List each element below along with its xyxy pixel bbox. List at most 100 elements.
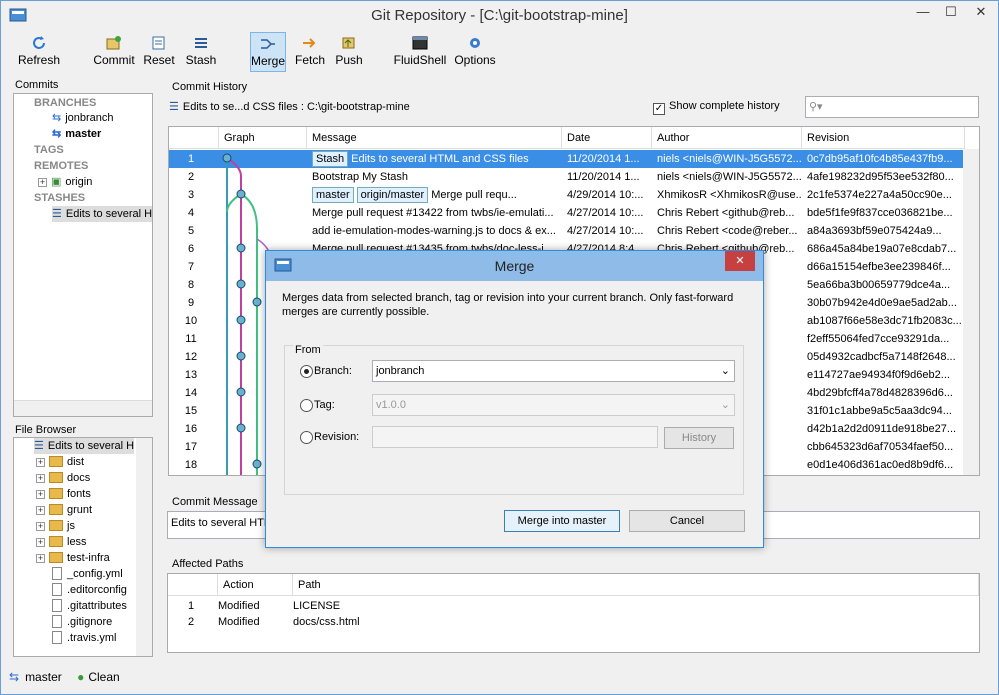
tag-radio[interactable] (300, 399, 313, 412)
vertical-scrollbar[interactable] (963, 149, 979, 475)
expand-icon[interactable]: + (36, 554, 45, 563)
author-column-header[interactable]: Author (652, 127, 802, 149)
commit-revision: 31f01c1abbe9a5c5aa3dc94... (807, 405, 952, 417)
expand-icon[interactable]: + (36, 474, 45, 483)
push-button[interactable]: Push (333, 32, 365, 72)
expand-icon[interactable]: + (38, 178, 47, 187)
stashes-group[interactable]: STASHES (34, 190, 85, 206)
folder-item[interactable]: + grunt (36, 502, 92, 518)
commit-message-text: Merge pull request #13422 from twbs/ie-e… (312, 207, 554, 219)
horizontal-scrollbar[interactable] (14, 400, 152, 416)
branch-select[interactable]: jonbranch ⌄ (372, 360, 735, 382)
commit-icon (106, 36, 121, 50)
folder-item[interactable]: + js (36, 518, 75, 534)
row-number: 10 (184, 315, 198, 327)
options-label: Options (454, 53, 496, 67)
branch-item-current[interactable]: ⇆ master (52, 126, 101, 142)
minimize-button[interactable]: — (909, 1, 937, 23)
file-item[interactable]: .editorconfig (52, 582, 127, 598)
commit-date: 4/27/2014 10:... (567, 207, 644, 219)
folder-item[interactable]: + dist (36, 454, 84, 470)
commit-date: 11/20/2014 1... (567, 153, 640, 165)
date-column-header[interactable]: Date (562, 127, 652, 149)
file-root[interactable]: ☰ Edits to several H (34, 438, 135, 454)
branch-item[interactable]: ⇆ jonbranch (52, 110, 114, 126)
row-number: 13 (184, 369, 198, 381)
expand-icon[interactable]: + (36, 522, 45, 531)
folder-item[interactable]: + test-infra (36, 550, 110, 566)
remotes-group[interactable]: REMOTES (34, 158, 88, 174)
row-number: 11 (185, 333, 197, 345)
refresh-button[interactable]: Refresh (9, 32, 69, 72)
revision-column-header[interactable]: Revision (802, 127, 965, 149)
branch-icon: ⇆ (52, 112, 62, 124)
folder-item[interactable]: + less (36, 534, 87, 550)
commit-message-text: Merge pull requ... (431, 189, 517, 201)
merge-button[interactable]: Merge (250, 32, 286, 72)
commit-message-cell: Merge pull request #13422 from twbs/ie-e… (312, 204, 562, 222)
row-number: 4 (187, 207, 195, 219)
path-column-header[interactable]: Path (293, 574, 979, 596)
options-button[interactable]: Options (453, 32, 497, 72)
reset-label: Reset (143, 53, 175, 67)
remote-item[interactable]: + ▣ origin (38, 174, 92, 190)
table-row[interactable]: 2 Modified docs/css.html (168, 613, 964, 631)
message-column-header[interactable]: Message (307, 127, 562, 149)
stash-item[interactable]: ☰ Edits to several H (52, 206, 152, 222)
file-icon (52, 615, 62, 628)
branch-radio[interactable] (300, 365, 313, 378)
row-number: 12 (184, 351, 198, 363)
merge-dialog-title: Merge (494, 258, 535, 274)
expand-icon[interactable]: + (36, 506, 45, 515)
graph-column-header[interactable]: Graph (219, 127, 307, 149)
file-item[interactable]: _config.yml (52, 566, 123, 582)
merge-into-master-button[interactable]: Merge into master (504, 510, 620, 532)
stash-icon: ☰ (52, 208, 62, 220)
history-button[interactable]: History (664, 427, 734, 449)
commit-message-cell: Bootstrap My Stash (312, 168, 562, 186)
cancel-button[interactable]: Cancel (629, 510, 745, 532)
commit-date: 11/20/2014 1... (567, 171, 640, 183)
folder-item[interactable]: + docs (36, 470, 90, 486)
file-item[interactable]: .travis.yml (52, 630, 117, 646)
expand-icon[interactable]: + (36, 538, 45, 547)
refresh-icon (33, 36, 45, 49)
file-item[interactable]: .gitattributes (52, 598, 127, 614)
commit-button[interactable]: Commit (93, 32, 135, 72)
close-button[interactable]: ✕ (965, 1, 997, 23)
row-number: 17 (184, 441, 198, 453)
row-number-header (168, 574, 218, 596)
ref-badge: Stash (312, 151, 349, 167)
branches-group[interactable]: BRANCHES (34, 95, 96, 111)
action-column-header[interactable]: Action (218, 574, 293, 596)
fluidshell-button[interactable]: FluidShell (393, 32, 447, 72)
row-number: 16 (184, 423, 198, 435)
commit-message-cell: add ie-emulation-modes-warning.js to doc… (312, 222, 562, 240)
folder-item[interactable]: + fonts (36, 486, 91, 502)
tags-group[interactable]: TAGS (34, 142, 64, 158)
window-title: Git Repository - [C:\git-bootstrap-mine] (371, 7, 628, 24)
remote-icon: ▣ (51, 176, 62, 188)
stash-button[interactable]: Stash (181, 32, 221, 72)
stash-icon: ☰ (34, 440, 44, 452)
fetch-button[interactable]: Fetch (293, 32, 327, 72)
chevron-down-icon: ⌄ (720, 399, 730, 411)
refresh-label: Refresh (17, 53, 61, 67)
commit-revision: 0c7db95af10fc4b85e437fb9... (807, 153, 953, 165)
tag-select[interactable]: v1.0.0 ⌄ (372, 394, 735, 416)
file-item[interactable]: .gitignore (52, 614, 112, 630)
commit-revision: f2eff55064fed7cce93291da... (807, 333, 950, 345)
chevron-down-icon: ⌄ (720, 365, 730, 377)
merge-dialog-close-button[interactable]: ✕ (725, 251, 755, 271)
revision-input[interactable] (372, 426, 658, 448)
revision-radio[interactable] (300, 431, 313, 444)
commit-message-title: Commit Message (172, 496, 258, 508)
show-complete-history-checkbox[interactable]: ✓ Show complete history (653, 100, 780, 115)
history-search-input[interactable]: ⚲▾ (805, 96, 979, 118)
reset-button[interactable]: Reset (139, 32, 179, 72)
maximize-button[interactable]: ☐ (937, 1, 965, 23)
vertical-scrollbar[interactable] (136, 438, 152, 656)
expand-icon[interactable]: + (36, 458, 45, 467)
expand-icon[interactable]: + (36, 490, 45, 499)
branch-label: Branch: (314, 365, 352, 377)
